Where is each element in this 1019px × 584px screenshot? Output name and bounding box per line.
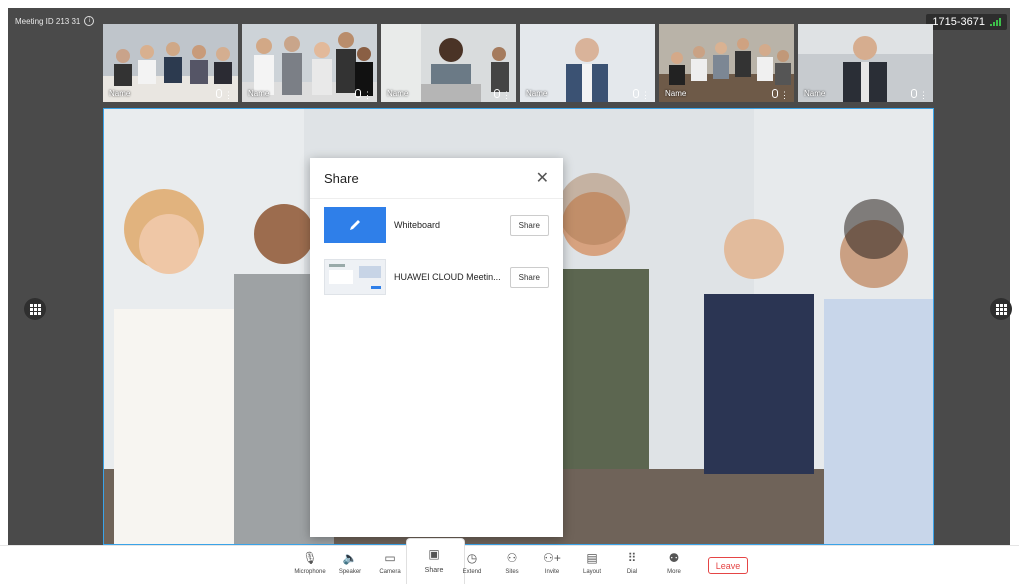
person-icon: ⚇ <box>506 551 518 565</box>
participant-thumbnail[interactable]: Name ⋮ <box>242 24 377 102</box>
mic-status-icon <box>494 89 500 98</box>
speaker-icon: 🔈 <box>342 551 358 565</box>
grid-icon <box>995 303 1007 315</box>
more-options-icon[interactable]: ⋮ <box>919 91 928 100</box>
timer-icon: ◷ <box>466 551 478 565</box>
signal-icon <box>990 18 1001 26</box>
toolbar-camera[interactable]: ▭ Camera <box>370 550 410 575</box>
more-options-icon[interactable]: ⋮ <box>641 91 650 100</box>
whiteboard-label: Whiteboard <box>394 220 441 230</box>
close-icon[interactable]: ✕ <box>536 168 549 188</box>
participant-name: Name <box>526 89 548 98</box>
meeting-id: Meeting ID 213 31 i <box>15 16 95 26</box>
participant-name: Name <box>804 89 826 98</box>
participant-name: Name <box>109 89 131 98</box>
toolbar-microphone[interactable]: 🎙 Microphone <box>290 550 330 575</box>
toolbar-share[interactable]: ▣ Share <box>414 546 454 574</box>
participant-thumbnail[interactable]: Name ⋮ <box>520 24 655 102</box>
mic-status-icon <box>216 89 222 98</box>
participant-thumbnail[interactable]: Name ⋮ <box>381 24 516 102</box>
camera-icon: ▭ <box>384 551 396 565</box>
toolbar-speaker[interactable]: 🔈 Speaker <box>330 550 370 575</box>
toolbar-layout[interactable]: ▤ Layout <box>572 550 612 575</box>
toolbar-invite[interactable]: ⚇+ Invite <box>532 550 572 575</box>
share-header: Share ✕ <box>310 158 563 199</box>
leave-button[interactable]: Leave <box>708 557 748 574</box>
share-panel: Share ✕ Whiteboard Share HUAWEI CLOUD Me… <box>310 158 563 537</box>
more-options-icon[interactable]: ⋮ <box>502 91 511 100</box>
more-icon: ⚉ <box>668 551 680 565</box>
mic-status-icon <box>772 89 778 98</box>
mic-status-icon <box>355 89 361 98</box>
more-options-icon[interactable]: ⋮ <box>224 91 233 100</box>
right-panel-toggle[interactable] <box>990 298 1012 320</box>
grid-icon <box>29 303 41 315</box>
info-icon[interactable]: i <box>84 16 95 26</box>
mic-status-icon <box>911 89 917 98</box>
participant-thumbnail[interactable]: Name ⋮ <box>103 24 238 102</box>
add-person-icon: ⚇+ <box>543 551 561 565</box>
screen-preview-icon <box>324 259 386 295</box>
screen-share-label: HUAWEI CLOUD Meetin... <box>394 272 501 282</box>
meeting-id-label: Meeting ID 213 31 <box>15 16 81 26</box>
microphone-icon: 🎙 <box>302 551 318 565</box>
more-options-icon[interactable]: ⋮ <box>363 91 372 100</box>
participant-thumbnail[interactable]: Name ⋮ <box>659 24 794 102</box>
dialpad-icon: ⠿ <box>627 551 637 565</box>
mic-status-icon <box>633 89 639 98</box>
share-item-whiteboard[interactable]: Whiteboard Share <box>310 199 563 251</box>
whiteboard-icon <box>324 207 386 243</box>
toolbar-extend[interactable]: ◷ Extend <box>452 550 492 575</box>
room-number: 1715-3671 <box>932 16 985 28</box>
share-screen-button[interactable]: Share <box>509 266 549 288</box>
participant-name: Name <box>248 89 270 98</box>
toolbar-dial[interactable]: ⠿ Dial <box>612 550 652 575</box>
share-screen-icon: ▣ <box>428 547 440 561</box>
share-whiteboard-button[interactable]: Share <box>509 214 549 236</box>
participant-thumbnails: Name ⋮ Name ⋮ Name ⋮ Name ⋮ Name ⋮ Name … <box>103 24 933 102</box>
layout-icon: ▤ <box>586 551 598 565</box>
room-number-badge: 1715-3671 <box>926 14 1007 30</box>
participant-name: Name <box>387 89 409 98</box>
participant-thumbnail[interactable]: Name ⋮ <box>798 24 933 102</box>
left-panel-toggle[interactable] <box>24 298 46 320</box>
toolbar-more[interactable]: ⚉ More <box>654 550 694 575</box>
share-title: Share <box>324 170 359 186</box>
toolbar-sites[interactable]: ⚇ Sites <box>492 550 532 575</box>
share-item-screen[interactable]: HUAWEI CLOUD Meetin... Share <box>310 251 563 303</box>
more-options-icon[interactable]: ⋮ <box>780 91 789 100</box>
participant-name: Name <box>665 89 687 98</box>
